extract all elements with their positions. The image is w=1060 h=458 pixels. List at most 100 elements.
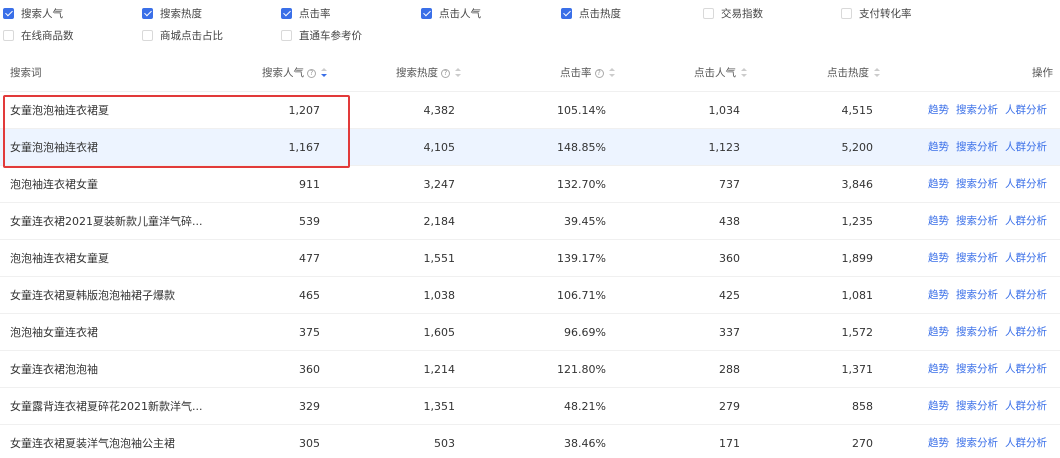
- click-popularity-cell: 279: [719, 400, 740, 413]
- row-actions: 趋势 搜索分析 人群分析: [928, 166, 1054, 203]
- search-analysis-link[interactable]: 搜索分析: [956, 437, 998, 449]
- sort-icon[interactable]: [874, 68, 880, 78]
- trend-link[interactable]: 趋势: [928, 141, 949, 153]
- sort-icon[interactable]: [741, 68, 747, 78]
- crowd-analysis-link[interactable]: 人群分析: [1005, 437, 1047, 449]
- click-popularity-cell: 425: [719, 289, 740, 302]
- ctr-cell: 96.69%: [564, 326, 606, 339]
- search-analysis-link[interactable]: 搜索分析: [956, 104, 998, 116]
- crowd-analysis-link[interactable]: 人群分析: [1005, 400, 1047, 412]
- search-analysis-link[interactable]: 搜索分析: [956, 252, 998, 264]
- checkbox-icon[interactable]: [142, 29, 153, 41]
- checkbox-icon[interactable]: [142, 7, 153, 19]
- search-analysis-link[interactable]: 搜索分析: [956, 363, 998, 375]
- filter-payment-conversion[interactable]: 支付转化率: [841, 4, 912, 22]
- checkbox-icon[interactable]: [3, 7, 14, 19]
- info-icon[interactable]: ?: [441, 68, 450, 78]
- search-analysis-link[interactable]: 搜索分析: [956, 141, 998, 153]
- trend-link[interactable]: 趋势: [928, 104, 949, 116]
- search-analysis-link[interactable]: 搜索分析: [956, 215, 998, 227]
- click-heat-cell: 1,081: [841, 289, 874, 302]
- search-heat-cell: 4,382: [423, 104, 456, 117]
- ctr-cell: 132.70%: [557, 178, 606, 191]
- keyword-cell: 女童泡泡袖连衣裙夏: [10, 104, 109, 117]
- filter-label: 点击人气: [439, 7, 481, 20]
- search-popularity-cell: 360: [299, 363, 320, 376]
- row-actions: 趋势 搜索分析 人群分析: [928, 203, 1054, 240]
- filter-ztc-ref-price[interactable]: 直通车参考价: [281, 26, 362, 44]
- search-popularity-cell: 465: [299, 289, 320, 302]
- trend-link[interactable]: 趋势: [928, 215, 949, 227]
- trend-link[interactable]: 趋势: [928, 252, 949, 264]
- crowd-analysis-link[interactable]: 人群分析: [1005, 178, 1047, 190]
- header-click-heat[interactable]: 点击热度: [827, 56, 880, 91]
- search-analysis-link[interactable]: 搜索分析: [956, 400, 998, 412]
- sort-icon[interactable]: [608, 68, 615, 78]
- crowd-analysis-link[interactable]: 人群分析: [1005, 104, 1047, 116]
- header-ctr[interactable]: 点击率?: [560, 56, 615, 91]
- filter-transaction-index[interactable]: 交易指数: [703, 4, 763, 22]
- filter-mall-click-share[interactable]: 商城点击占比: [142, 26, 223, 44]
- click-popularity-cell: 171: [719, 437, 740, 450]
- header-search-popularity[interactable]: 搜索人气?: [262, 56, 327, 91]
- trend-link[interactable]: 趋势: [928, 400, 949, 412]
- search-heat-cell: 1,551: [423, 252, 456, 265]
- trend-link[interactable]: 趋势: [928, 178, 949, 190]
- row-actions: 趋势 搜索分析 人群分析: [928, 351, 1054, 388]
- trend-link[interactable]: 趋势: [928, 289, 949, 301]
- keyword-cell: 泡泡袖连衣裙女童: [10, 178, 98, 191]
- crowd-analysis-link[interactable]: 人群分析: [1005, 289, 1047, 301]
- header-search-heat[interactable]: 搜索热度?: [396, 56, 461, 91]
- crowd-analysis-link[interactable]: 人群分析: [1005, 141, 1047, 153]
- search-heat-cell: 503: [434, 437, 455, 450]
- crowd-analysis-link[interactable]: 人群分析: [1005, 326, 1047, 338]
- filter-ctr[interactable]: 点击率: [281, 4, 331, 22]
- checkbox-icon[interactable]: [703, 7, 714, 19]
- table-row: 女童露背连衣裙夏碎花2021新款洋气... 329 1,351 48.21% 2…: [0, 387, 1060, 424]
- keyword-cell: 女童连衣裙泡泡袖: [10, 363, 98, 376]
- ctr-cell: 106.71%: [557, 289, 606, 302]
- filter-label: 在线商品数: [21, 29, 74, 42]
- info-icon[interactable]: ?: [307, 68, 316, 78]
- search-heat-cell: 1,605: [423, 326, 456, 339]
- filter-search-heat[interactable]: 搜索热度: [142, 4, 202, 22]
- filter-search-popularity[interactable]: 搜索人气: [3, 4, 63, 22]
- crowd-analysis-link[interactable]: 人群分析: [1005, 363, 1047, 375]
- search-popularity-cell: 375: [299, 326, 320, 339]
- checkbox-icon[interactable]: [3, 29, 14, 41]
- info-icon[interactable]: ?: [594, 68, 604, 78]
- header-click-popularity[interactable]: 点击人气: [694, 56, 747, 91]
- search-analysis-link[interactable]: 搜索分析: [956, 289, 998, 301]
- filter-click-popularity[interactable]: 点击人气: [421, 4, 481, 22]
- checkbox-icon[interactable]: [281, 7, 292, 19]
- trend-link[interactable]: 趋势: [928, 363, 949, 375]
- ctr-cell: 148.85%: [557, 141, 606, 154]
- checkbox-icon[interactable]: [281, 29, 292, 41]
- table-row: 泡泡袖连衣裙女童 911 3,247 132.70% 737 3,846 趋势搜…: [0, 165, 1060, 202]
- search-heat-cell: 4,105: [423, 141, 456, 154]
- checkbox-icon[interactable]: [561, 7, 572, 19]
- table-row: 泡泡袖连衣裙女童夏 477 1,551 139.17% 360 1,899 趋势…: [0, 239, 1060, 276]
- filter-label: 商城点击占比: [160, 29, 223, 42]
- table-row: 女童连衣裙夏装洋气泡泡袖公主裙 305 503 38.46% 171 270 趋…: [0, 424, 1060, 458]
- trend-link[interactable]: 趋势: [928, 326, 949, 338]
- crowd-analysis-link[interactable]: 人群分析: [1005, 215, 1047, 227]
- checkbox-icon[interactable]: [421, 7, 432, 19]
- trend-link[interactable]: 趋势: [928, 437, 949, 449]
- search-popularity-cell: 539: [299, 215, 320, 228]
- crowd-analysis-link[interactable]: 人群分析: [1005, 252, 1047, 264]
- search-heat-cell: 1,038: [423, 289, 456, 302]
- search-analysis-link[interactable]: 搜索分析: [956, 326, 998, 338]
- keyword-cell: 泡泡袖连衣裙女童夏: [10, 252, 109, 265]
- header-actions: 操作: [1032, 67, 1053, 79]
- search-analysis-link[interactable]: 搜索分析: [956, 178, 998, 190]
- search-popularity-cell: 305: [299, 437, 320, 450]
- ctr-cell: 139.17%: [557, 252, 606, 265]
- filter-click-heat[interactable]: 点击热度: [561, 4, 621, 22]
- sort-icon[interactable]: [455, 68, 461, 78]
- checkbox-icon[interactable]: [841, 7, 852, 19]
- filter-online-products[interactable]: 在线商品数: [3, 26, 74, 44]
- keyword-cell: 女童泡泡袖连衣裙: [10, 141, 98, 154]
- click-heat-cell: 1,899: [841, 252, 874, 265]
- sort-desc-icon[interactable]: [321, 68, 327, 78]
